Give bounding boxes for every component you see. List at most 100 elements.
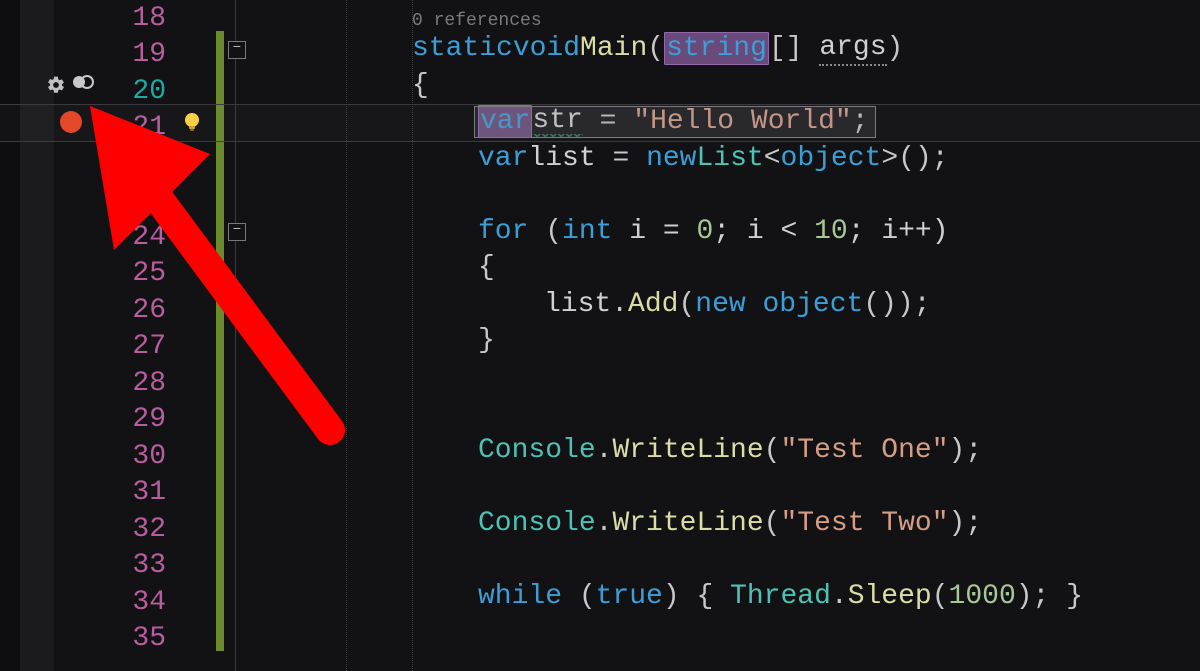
keyword: for — [478, 216, 528, 247]
enable-breakpoint-toggle-icon[interactable] — [72, 75, 94, 95]
line-number[interactable]: 23 — [94, 183, 174, 220]
method-name: Add — [628, 289, 678, 320]
lightbulb-icon[interactable] — [180, 110, 204, 134]
fold-toggle-icon[interactable]: − — [228, 223, 246, 241]
keyword: static — [412, 33, 513, 64]
line-number[interactable]: 30 — [94, 438, 174, 475]
type-keyword: object — [746, 289, 864, 320]
punct: ( — [678, 289, 695, 320]
punct: . — [596, 508, 613, 539]
keyword: while — [478, 581, 562, 612]
punct: ); — [949, 508, 983, 539]
change-indicator — [216, 31, 224, 652]
code-line[interactable]: list.Add(new object()); — [544, 286, 931, 323]
type-name: Console — [478, 508, 596, 539]
line-number[interactable]: 26 — [94, 292, 174, 329]
punct: ( — [764, 435, 781, 466]
variable: i = — [612, 216, 696, 247]
punct: . — [611, 289, 628, 320]
fold-toggle-icon[interactable]: − — [228, 41, 246, 59]
variable: list — [544, 289, 611, 320]
code-editor-area[interactable]: 0 referencesstatic void Main(string[] ar… — [266, 0, 1200, 671]
code-line[interactable]: for (int i = 0; i < 10; i++) — [478, 213, 949, 250]
boolean-literal: true — [596, 581, 663, 612]
string-literal: "Test Two" — [780, 508, 948, 539]
line-number[interactable]: 27 — [94, 329, 174, 366]
line-number[interactable]: 32 — [94, 511, 174, 548]
punct: ) — [887, 33, 904, 64]
keyword: var — [478, 143, 528, 174]
change-indicator-bar — [214, 0, 226, 671]
type-name: Console — [478, 435, 596, 466]
punct: ( — [764, 508, 781, 539]
punct: ( — [528, 216, 562, 247]
line-number[interactable]: 29 — [94, 402, 174, 439]
line-number[interactable]: 21 — [94, 110, 174, 147]
line-number[interactable]: 33 — [94, 548, 174, 585]
glyph-margin — [174, 0, 214, 671]
gear-icon[interactable] — [46, 75, 66, 95]
breakpoint-icon[interactable] — [60, 111, 82, 133]
breakpoint-settings-row[interactable] — [46, 75, 94, 95]
left-margin-strip — [0, 0, 20, 671]
type-keyword: object — [781, 143, 882, 174]
code-line[interactable]: { — [478, 250, 495, 287]
punct: ()); — [863, 289, 930, 320]
codelens-reference-count[interactable]: 0 references — [412, 11, 542, 31]
code-line[interactable]: static void Main(string[] args) — [412, 31, 903, 68]
left-margin-pad — [20, 0, 54, 671]
line-number[interactable]: 31 — [94, 475, 174, 512]
line-number[interactable]: 18 — [94, 0, 174, 37]
code-line[interactable]: Console.WriteLine("Test Two"); — [478, 505, 982, 542]
expr: ; i < — [713, 216, 814, 247]
line-number[interactable]: 20 — [94, 73, 174, 110]
keyword: new — [646, 143, 696, 174]
line-number[interactable]: 19 — [94, 37, 174, 74]
line-number-gutter[interactable]: 181920212223242526272829303132333435 — [94, 0, 174, 671]
space — [803, 33, 820, 64]
punct: ( — [647, 33, 664, 64]
breakpoint-gutter[interactable] — [54, 0, 94, 671]
brace: } — [478, 325, 495, 356]
type-name: List — [696, 143, 763, 174]
code-line[interactable]: var list = new List<object>(); — [478, 140, 949, 177]
code-line[interactable]: while (true) { Thread.Sleep(1000); } — [478, 578, 1083, 615]
type-keyword: int — [562, 216, 612, 247]
number-literal: 0 — [696, 216, 713, 247]
line-number[interactable]: 22 — [94, 146, 174, 183]
variable: list — [528, 143, 595, 174]
method-name: Main — [580, 33, 647, 64]
method-name: Sleep — [848, 581, 932, 612]
punct: ) { — [663, 581, 730, 612]
line-number[interactable]: 24 — [94, 219, 174, 256]
keyword: new — [695, 289, 745, 320]
punct: >(); — [881, 143, 948, 174]
line-number[interactable]: 25 — [94, 256, 174, 293]
brace: { — [412, 70, 429, 101]
indent-guide — [346, 0, 347, 671]
fold-guide-line — [235, 0, 236, 671]
parameter: args — [819, 32, 886, 66]
brace: { — [478, 252, 495, 283]
punct: ( — [932, 581, 949, 612]
line-number[interactable]: 28 — [94, 365, 174, 402]
code-line[interactable]: } — [478, 323, 495, 360]
method-name: WriteLine — [612, 508, 763, 539]
string-literal: "Test One" — [780, 435, 948, 466]
punct: ); } — [1016, 581, 1083, 612]
number-literal: 10 — [814, 216, 848, 247]
expr: ; i++) — [848, 216, 949, 247]
code-line[interactable]: { — [412, 67, 429, 104]
fold-gutter[interactable]: −− — [226, 0, 266, 671]
punct: < — [764, 143, 781, 174]
punct: ); — [949, 435, 983, 466]
punct: [] — [769, 33, 803, 64]
op: = — [596, 143, 646, 174]
number-literal: 1000 — [949, 581, 1016, 612]
line-number[interactable]: 34 — [94, 584, 174, 621]
method-name: WriteLine — [612, 435, 763, 466]
code-line[interactable]: Console.WriteLine("Test One"); — [478, 432, 982, 469]
type-name: Thread — [730, 581, 831, 612]
line-number[interactable]: 35 — [94, 621, 174, 658]
statement-selection-box — [474, 106, 876, 139]
